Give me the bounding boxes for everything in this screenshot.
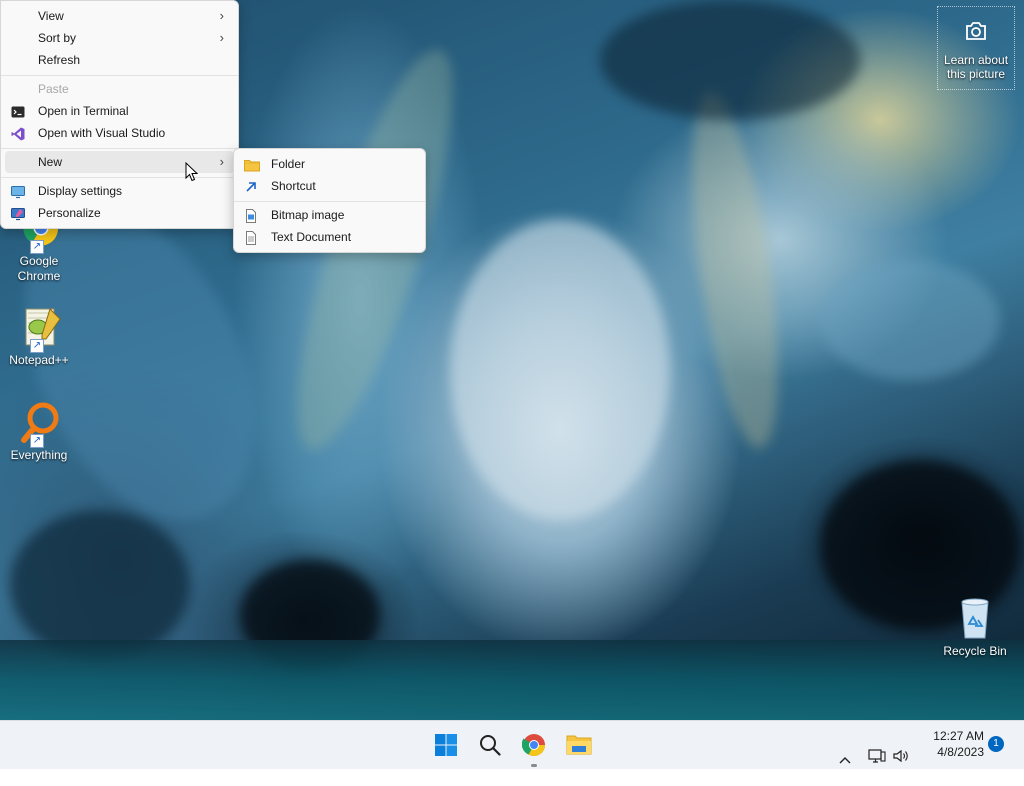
menu-item-label: Sort by — [38, 31, 77, 45]
folder-icon — [244, 157, 260, 172]
camera-icon — [964, 19, 988, 43]
shortcut-arrow-icon: ↗ — [30, 240, 44, 254]
desktop-icon-everything[interactable]: ↗ Everything — [1, 400, 77, 463]
menu-item-view[interactable]: View › — [5, 5, 234, 27]
chevron-right-icon: › — [219, 154, 224, 169]
terminal-icon — [11, 104, 25, 118]
menu-item-label: Folder — [271, 157, 306, 171]
search-button[interactable] — [472, 727, 508, 763]
taskbar: 12:27 AM 4/8/2023 1 — [0, 720, 1024, 769]
search-icon — [479, 734, 501, 759]
personalize-icon — [11, 206, 25, 221]
desktop-context-menu: View › Sort by › Refresh Paste Open in T… — [0, 0, 239, 229]
menu-item-display-settings[interactable]: Display settings — [5, 180, 234, 202]
shortcut-arrow-icon: ↗ — [30, 339, 44, 353]
submenu-item-text-document[interactable]: Text Document — [238, 226, 421, 248]
menu-separator — [1, 148, 238, 149]
recycle-bin-icon — [952, 596, 998, 642]
taskbar-file-explorer-button[interactable] — [560, 727, 596, 763]
learn-about-picture-label: Learn about this picture — [943, 53, 1009, 81]
learn-about-picture-button[interactable]: Learn about this picture — [937, 6, 1015, 90]
menu-item-open-terminal[interactable]: Open in Terminal — [5, 100, 234, 122]
menu-item-label: Open with Visual Studio — [38, 126, 166, 140]
menu-item-label: Open in Terminal — [38, 104, 129, 118]
menu-item-label: Shortcut — [271, 179, 316, 193]
mouse-cursor-icon — [185, 161, 199, 182]
desktop-icon-label: Everything — [10, 448, 68, 462]
menu-separator — [1, 177, 238, 178]
display-settings-icon — [11, 184, 25, 199]
volume-icon — [892, 736, 910, 784]
chevron-right-icon: › — [219, 8, 224, 23]
desktop-icon-label: Recycle Bin — [943, 644, 1007, 658]
network-icon — [868, 736, 886, 784]
shortcut-icon — [244, 179, 258, 193]
menu-item-sort-by[interactable]: Sort by › — [5, 27, 234, 49]
menu-item-open-visual-studio[interactable]: Open with Visual Studio — [5, 122, 234, 144]
start-button[interactable] — [428, 727, 464, 763]
notepadpp-icon: ↗ — [16, 305, 62, 353]
text-document-icon — [244, 230, 258, 245]
menu-item-label: View — [38, 9, 64, 23]
desktop-icon-label: Google Chrome — [17, 254, 61, 283]
chevron-up-icon — [838, 738, 854, 786]
show-hidden-icons-button[interactable] — [838, 721, 854, 769]
menu-item-label: Refresh — [38, 53, 81, 67]
bitmap-image-icon — [244, 208, 258, 223]
menu-item-label: Display settings — [38, 184, 123, 198]
menu-item-paste: Paste — [5, 78, 234, 100]
chrome-icon — [521, 733, 546, 760]
desktop-icon-label: Notepad++ — [9, 353, 69, 367]
menu-separator — [1, 75, 238, 76]
menu-separator — [234, 201, 425, 202]
desktop-icon-notepadpp[interactable]: ↗ Notepad++ — [1, 305, 77, 368]
submenu-item-shortcut[interactable]: Shortcut — [238, 175, 421, 197]
visual-studio-icon — [11, 126, 25, 141]
menu-item-label: New — [38, 155, 63, 169]
menu-item-label: Paste — [38, 82, 69, 96]
start-icon — [435, 734, 457, 759]
clock-date: 4/8/2023 — [937, 745, 984, 759]
submenu-item-bitmap-image[interactable]: Bitmap image — [238, 204, 421, 226]
desktop-icon-recycle-bin[interactable]: Recycle Bin — [937, 596, 1013, 659]
chevron-right-icon: › — [219, 30, 224, 45]
clock[interactable]: 12:27 AM 4/8/2023 — [918, 728, 984, 760]
file-explorer-icon — [566, 734, 592, 759]
menu-item-new[interactable]: New › — [5, 151, 234, 173]
shortcut-arrow-icon: ↗ — [30, 434, 44, 448]
menu-item-refresh[interactable]: Refresh — [5, 49, 234, 71]
menu-item-personalize[interactable]: Personalize — [5, 202, 234, 224]
menu-item-label: Bitmap image — [271, 208, 345, 222]
everything-icon: ↗ — [16, 400, 62, 448]
new-submenu: Folder Shortcut Bitmap image Text Docume… — [233, 148, 426, 253]
taskbar-chrome-button[interactable] — [516, 727, 552, 767]
submenu-item-folder[interactable]: Folder — [238, 153, 421, 175]
network-volume-tray[interactable] — [868, 721, 914, 769]
menu-item-label: Personalize — [38, 206, 101, 220]
water-reflection — [0, 640, 1024, 720]
clock-time: 12:27 AM — [933, 729, 984, 743]
notification-badge[interactable]: 1 — [988, 736, 1004, 752]
running-indicator — [531, 764, 537, 767]
menu-item-label: Text Document — [271, 230, 352, 244]
notification-count: 1 — [993, 738, 999, 749]
